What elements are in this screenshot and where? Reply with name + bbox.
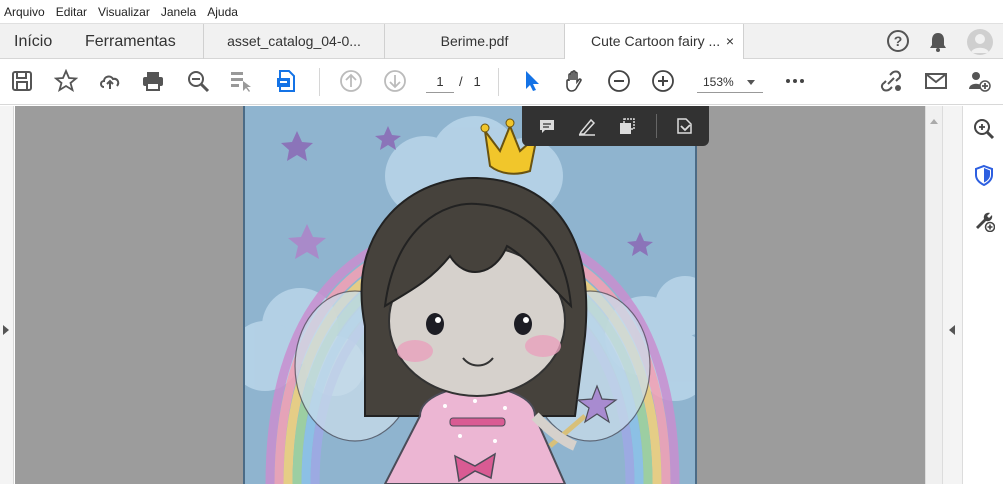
document-tab-label: Cute Cartoon fairy ...	[591, 33, 721, 49]
cloud-upload-icon[interactable]	[98, 69, 122, 93]
fairy-illustration	[245, 106, 695, 484]
menu-bar: Arquivo Editar Visualizar Janela Ajuda	[0, 0, 1003, 23]
print-icon[interactable]	[141, 69, 165, 93]
redact-pointer-icon[interactable]	[229, 69, 253, 93]
page-total-count: 1	[473, 74, 481, 89]
left-panel-toggle[interactable]	[0, 106, 14, 484]
chevron-down-icon	[747, 80, 755, 85]
stamp-icon[interactable]	[674, 116, 694, 136]
hand-tool-icon[interactable]	[563, 69, 587, 93]
menu-arquivo[interactable]: Arquivo	[4, 5, 45, 19]
tab-home[interactable]: Início	[14, 24, 52, 59]
quick-tools-bar	[522, 106, 709, 146]
export-pdf-icon[interactable]	[274, 69, 298, 93]
tools-add-icon[interactable]	[973, 210, 996, 233]
page-number-input[interactable]: 1	[426, 71, 454, 93]
main-toolbar: 1 / 1 153%	[0, 59, 1003, 105]
menu-janela[interactable]: Janela	[161, 5, 196, 19]
previous-page-icon[interactable]	[339, 69, 363, 93]
menu-ajuda[interactable]: Ajuda	[207, 5, 238, 19]
bookmark-star-icon[interactable]	[53, 68, 79, 93]
toolbar-separator	[319, 68, 320, 96]
comment-icon[interactable]	[537, 116, 557, 136]
menu-editar[interactable]: Editar	[56, 5, 87, 19]
pdf-page[interactable]	[243, 106, 697, 484]
protect-shield-icon[interactable]	[973, 164, 995, 187]
search-zoom-icon[interactable]	[186, 69, 210, 93]
next-page-icon[interactable]	[383, 69, 407, 93]
email-icon[interactable]	[924, 69, 948, 93]
help-icon[interactable]: ?	[887, 30, 909, 52]
highlight-pen-icon[interactable]	[577, 116, 597, 136]
scroll-up-icon[interactable]	[930, 119, 938, 124]
zoom-out-icon[interactable]	[607, 69, 631, 93]
expand-right-icon	[3, 325, 9, 335]
zoom-in-icon[interactable]	[651, 69, 675, 93]
account-avatar[interactable]	[967, 29, 993, 55]
right-panel-toggle[interactable]	[942, 106, 962, 484]
document-tab-active[interactable]: Cute Cartoon fairy ... ×	[564, 24, 744, 60]
tab-tools[interactable]: Ferramentas	[85, 24, 176, 59]
save-icon[interactable]	[10, 69, 34, 93]
menu-visualizar[interactable]: Visualizar	[98, 5, 150, 19]
link-share-icon[interactable]	[879, 69, 903, 93]
notifications-icon[interactable]	[928, 31, 948, 58]
document-canvas[interactable]	[15, 106, 925, 484]
close-tab-icon[interactable]: ×	[726, 24, 734, 59]
toolbar-separator	[498, 68, 499, 96]
tab-bar: Início Ferramentas asset_catalog_04-0...…	[0, 23, 1003, 60]
select-pointer-icon[interactable]	[520, 69, 544, 93]
zoom-level-select[interactable]: 153%	[697, 71, 763, 93]
text-select-icon[interactable]	[617, 116, 637, 136]
quick-tools-separator	[656, 114, 657, 138]
add-user-icon[interactable]	[967, 69, 991, 93]
collapse-left-icon	[949, 325, 955, 335]
page-separator: /	[459, 74, 463, 89]
page-total: / 1	[459, 71, 481, 93]
zoom-level-value: 153%	[703, 75, 734, 89]
more-options-icon[interactable]	[783, 69, 807, 93]
document-tab-berime[interactable]: Berime.pdf	[384, 24, 564, 60]
zoom-search-icon[interactable]	[973, 118, 995, 140]
right-tools-panel	[962, 106, 1003, 484]
document-tab-asset-catalog[interactable]: asset_catalog_04-0...	[203, 24, 384, 60]
vertical-scrollbar[interactable]	[925, 106, 942, 484]
